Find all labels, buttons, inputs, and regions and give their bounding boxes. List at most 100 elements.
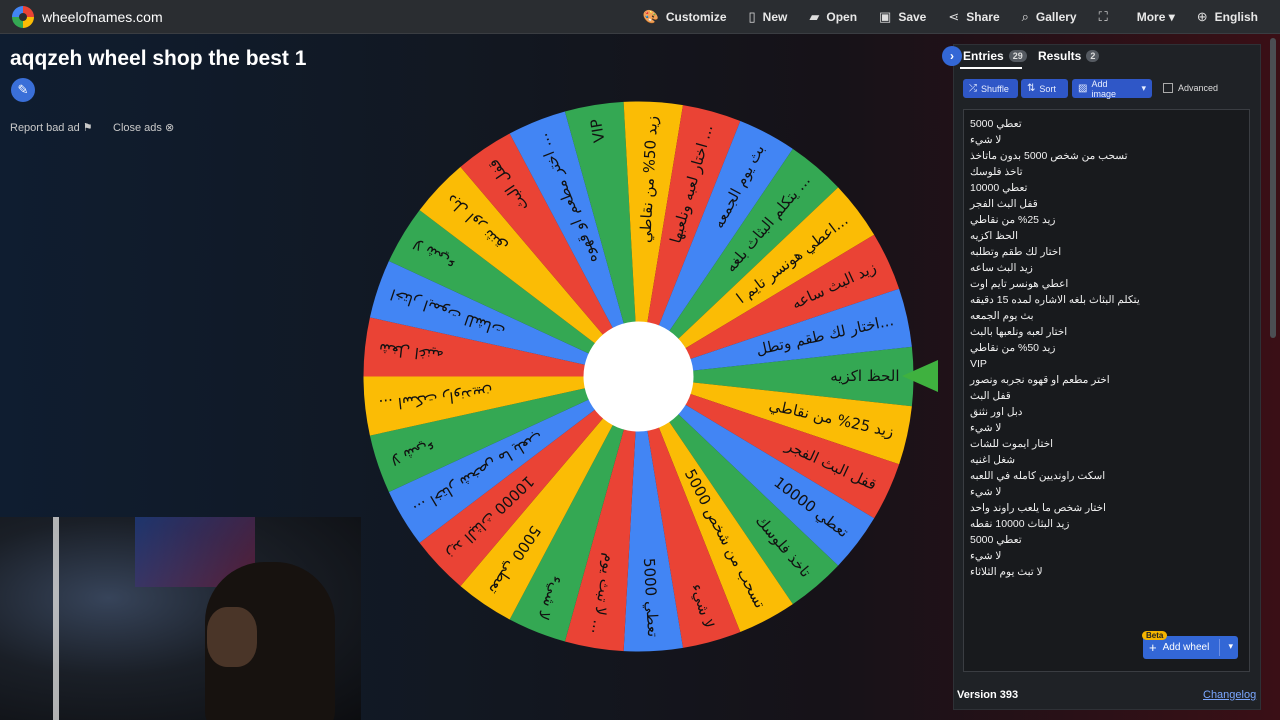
nav-gallery-button[interactable]: ⌕ Gallery: [1022, 9, 1077, 25]
webcam-overlay: [0, 517, 361, 720]
flag-icon: ⚑: [82, 122, 93, 134]
sort-icon: ⇅: [1027, 83, 1036, 94]
nav-share-button[interactable]: ⋖ Share: [948, 9, 999, 25]
sort-label: Sort: [1039, 83, 1056, 94]
shuffle-button[interactable]: ⤮ Shuffle: [963, 79, 1018, 98]
fullscreen-icon: ⛶: [1098, 8, 1108, 24]
entry-line[interactable]: قفل البث: [970, 388, 1140, 404]
beta-badge: Beta: [1142, 631, 1168, 640]
entry-line[interactable]: دبل اور نثنق: [970, 404, 1140, 420]
nav-english-button[interactable]: ⊕ English: [1197, 9, 1258, 25]
nav-open-button[interactable]: ▰ Open: [809, 9, 857, 25]
add-wheel-label: Add wheel: [1162, 642, 1210, 653]
entry-line[interactable]: لا شيء: [970, 420, 1140, 436]
entries-list[interactable]: تعطي 5000 لا شيء تسحب من شخص 5000 بدون مات…: [970, 116, 1140, 580]
entry-line[interactable]: لا شيء: [970, 548, 1140, 564]
tab-results[interactable]: Results 2: [1038, 49, 1100, 63]
button-divider: [1219, 639, 1220, 656]
add-image-button[interactable]: ▨ Add image ▾: [1072, 78, 1152, 99]
entry-line[interactable]: تعطي 5000: [970, 116, 1140, 132]
nav-more-button[interactable]: More ▾: [1137, 10, 1175, 24]
pencil-icon: ✎: [17, 82, 29, 97]
close-ads-label: Close ads: [113, 122, 162, 134]
entry-line[interactable]: اختر مطعم او قهوه نجربه ونصور: [970, 372, 1140, 388]
add-image-label: Add image: [1091, 78, 1116, 99]
nav-menu: 🎨 Customize ▯ New ▰ Open ▣ Save ⋖ Share ⌕ Gallery ⛶ M…: [643, 0, 1280, 33]
active-tab-indicator: [960, 67, 1022, 69]
entry-line[interactable]: تسحب من شخص 5000 بدون ماتاخذ: [970, 148, 1140, 164]
report-ad-label: Report bad ad: [10, 122, 80, 134]
globe-icon: ⊕: [1196, 8, 1208, 24]
nav-save-button[interactable]: ▣ Save: [879, 9, 926, 25]
nav-label: Customize: [665, 9, 727, 24]
entry-line[interactable]: اعطي هونسر تايم اوت: [970, 276, 1140, 292]
entry-line[interactable]: زيد 50% من نقاطي: [970, 340, 1140, 356]
advanced-checkbox[interactable]: Advanced: [1163, 83, 1218, 93]
entry-line[interactable]: VIP: [970, 356, 1140, 372]
collapse-panel-button[interactable]: ›: [942, 46, 962, 66]
entry-line[interactable]: اختار لك طقم وتطلبه: [970, 244, 1140, 260]
tab-entries-label: Entries: [963, 49, 1004, 63]
site-logo[interactable]: wheelofnames.com: [12, 5, 163, 28]
advanced-label: Advanced: [1178, 83, 1219, 93]
nav-label: Open: [826, 9, 858, 24]
site-name: wheelofnames.com: [42, 8, 163, 25]
wheel-logo-icon: [12, 5, 34, 28]
entry-line[interactable]: اختار ايموت للشات: [970, 436, 1140, 452]
new-file-icon: ▯: [748, 8, 756, 24]
entry-line[interactable]: شغل اغنيه: [970, 452, 1140, 468]
version-label: Version 393: [957, 689, 1019, 701]
entry-line[interactable]: قفل البث الفجر: [970, 196, 1140, 212]
entry-line[interactable]: لا تبث يوم الثلاثاء: [970, 564, 1140, 580]
entry-line[interactable]: اختار شخص ما يلعب راوند واحد: [970, 500, 1140, 516]
spin-wheel[interactable]: الحظ اكزيه زيد 25% من نقاطي قفل البث الفجر…: [361, 99, 916, 654]
search-icon: ⌕: [1021, 8, 1029, 24]
nav-label: Save: [898, 9, 927, 24]
entry-line[interactable]: بث يوم الجمعه: [970, 308, 1140, 324]
entry-line[interactable]: تعطي 5000: [970, 532, 1140, 548]
edit-title-button[interactable]: ✎: [11, 78, 35, 102]
sort-button[interactable]: ⇅ Sort: [1021, 79, 1068, 98]
entry-line[interactable]: زيد البث ساعه: [970, 260, 1140, 276]
close-ads-link[interactable]: Close ads ⊗: [113, 121, 174, 134]
shuffle-label: Shuffle: [981, 83, 1009, 94]
save-icon: ▣: [879, 8, 892, 24]
report-ad-link[interactable]: Report bad ad ⚑: [10, 121, 93, 134]
changelog-link[interactable]: Changelog: [1203, 689, 1256, 701]
nav-fullscreen-button[interactable]: ⛶: [1099, 9, 1115, 25]
entry-line[interactable]: اسكت راونديين كامله في اللعبه: [970, 468, 1140, 484]
entry-line[interactable]: اختار لعبه ونلعبها بالبث: [970, 324, 1140, 340]
entry-line[interactable]: لا شيء: [970, 484, 1140, 500]
chevron-down-icon[interactable]: ▾: [1228, 641, 1233, 652]
checkbox-icon[interactable]: [1163, 83, 1173, 93]
entry-line[interactable]: تعطي 10000: [970, 180, 1140, 196]
nav-label: Share: [966, 9, 1000, 24]
nav-label: More ▾: [1136, 9, 1175, 24]
image-icon: ▨: [1078, 83, 1088, 94]
entry-line[interactable]: يتكلم البثاث بلغه الاشاره لمده 15 دقيقه: [970, 292, 1140, 308]
entry-line[interactable]: تاخذ فلوسك: [970, 164, 1140, 180]
entry-line[interactable]: زيد 25% من نقاطي: [970, 212, 1140, 228]
nav-customize-button[interactable]: 🎨 Customize: [643, 9, 727, 25]
page-scrollbar[interactable]: [1270, 38, 1276, 338]
webcam-face: [207, 607, 257, 667]
close-icon: ⊗: [164, 122, 175, 134]
wheel-svg[interactable]: الحظ اكزيهزيد 25% من نقاطيقفل البث الفجر…: [361, 99, 916, 654]
wheel-slice-label: الحظ اكزيه: [830, 367, 899, 385]
nav-new-button[interactable]: ▯ New: [749, 9, 788, 25]
wheel-title: aqqzeh wheel shop the best 1: [10, 47, 307, 70]
entry-line[interactable]: لا شيء: [970, 132, 1140, 148]
webcam-light: [53, 517, 59, 720]
wheel-center-button[interactable]: [583, 321, 694, 432]
wheel-slice-label: VIP: [587, 118, 609, 144]
nav-label: Gallery: [1035, 9, 1077, 24]
tab-entries[interactable]: Entries 29: [963, 49, 1027, 63]
entry-line[interactable]: زيد البثاث 10000 نقطه: [970, 516, 1140, 532]
plus-icon: +: [1149, 640, 1157, 655]
chevron-right-icon: ›: [950, 49, 954, 63]
palette-icon: 🎨: [642, 8, 659, 24]
nav-label: New: [762, 9, 788, 24]
results-count-badge: 2: [1086, 50, 1100, 62]
entry-line[interactable]: الحظ اكزيه: [970, 228, 1140, 244]
entries-count-badge: 29: [1008, 50, 1027, 62]
